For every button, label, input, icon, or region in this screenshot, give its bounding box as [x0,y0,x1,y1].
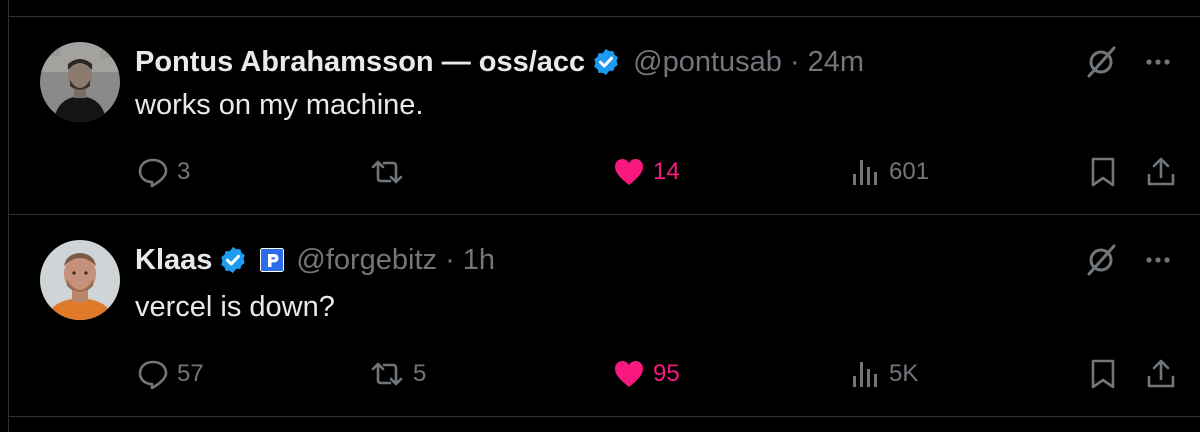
share-icon [1147,157,1175,186]
like-count: 95 [653,360,680,387]
tweet-text: works on my machine. [135,89,424,121]
tweet-text: vercel is down? [135,291,335,323]
tweet-actions: 3 14 601 [135,152,1200,192]
timestamp[interactable]: 24m [808,46,864,79]
heart-icon [615,159,643,185]
avatar[interactable] [40,240,120,320]
tweet-actions: 57 5 95 5K [135,354,1200,394]
grok-icon[interactable] [1084,243,1118,282]
share-button[interactable] [1145,152,1177,192]
repost-button[interactable] [369,152,413,192]
author-handle[interactable]: @pontusab [633,46,782,79]
timeline: Pontus Abrahamsson — oss/acc @pontusab ·… [8,0,1200,432]
author-name[interactable]: Klaas [135,244,212,277]
repost-count: 5 [413,360,427,387]
views-icon [853,160,877,185]
view-count: 5K [889,360,919,387]
repost-icon [371,362,403,386]
reply-count: 57 [177,360,204,387]
verified-badge-icon [218,245,248,275]
views-icon [853,362,877,387]
bookmark-icon [1091,359,1115,389]
reply-icon [138,158,168,188]
reply-icon [138,360,168,390]
share-icon [1147,359,1175,388]
meta-separator: · [789,45,800,78]
like-button[interactable]: 95 [613,354,680,394]
reply-count: 3 [177,158,191,185]
like-count: 14 [653,158,680,185]
bookmark-button[interactable] [1089,152,1117,192]
avatar[interactable] [40,42,120,122]
grok-icon[interactable] [1084,45,1118,84]
author-handle[interactable]: @forgebitz [296,244,437,277]
view-count: 601 [889,158,930,185]
tweet-header: Klaas @forgebitz · 1h [135,240,495,280]
timestamp[interactable]: 1h [463,244,495,277]
verified-badge-icon [591,47,621,77]
tweet[interactable]: Pontus Abrahamsson — oss/acc @pontusab ·… [9,17,1200,214]
meta-separator: · [445,243,455,276]
tweet-header: Pontus Abrahamsson — oss/acc @pontusab ·… [135,42,864,82]
like-button[interactable]: 14 [613,152,680,192]
reply-button[interactable]: 57 [137,354,204,394]
more-icon[interactable] [1144,246,1172,279]
tweet-top-actions [1084,45,1172,84]
repost-icon [371,160,403,184]
author-name[interactable]: Pontus Abrahamsson — oss/acc [135,46,585,79]
repost-button[interactable]: 5 [369,354,426,394]
divider [9,416,1200,417]
more-icon[interactable] [1144,48,1172,81]
reply-button[interactable]: 3 [137,152,190,192]
affiliate-badge-icon[interactable] [260,248,285,272]
heart-icon [615,361,643,387]
share-button[interactable] [1145,354,1177,394]
views-button[interactable]: 601 [851,152,929,192]
tweet-top-actions [1084,243,1172,282]
bookmark-button[interactable] [1089,354,1117,394]
views-button[interactable]: 5K [851,354,918,394]
bookmark-icon [1091,157,1115,187]
tweet[interactable]: Klaas @forgebitz · 1h vercel is down? 57 [9,215,1200,416]
